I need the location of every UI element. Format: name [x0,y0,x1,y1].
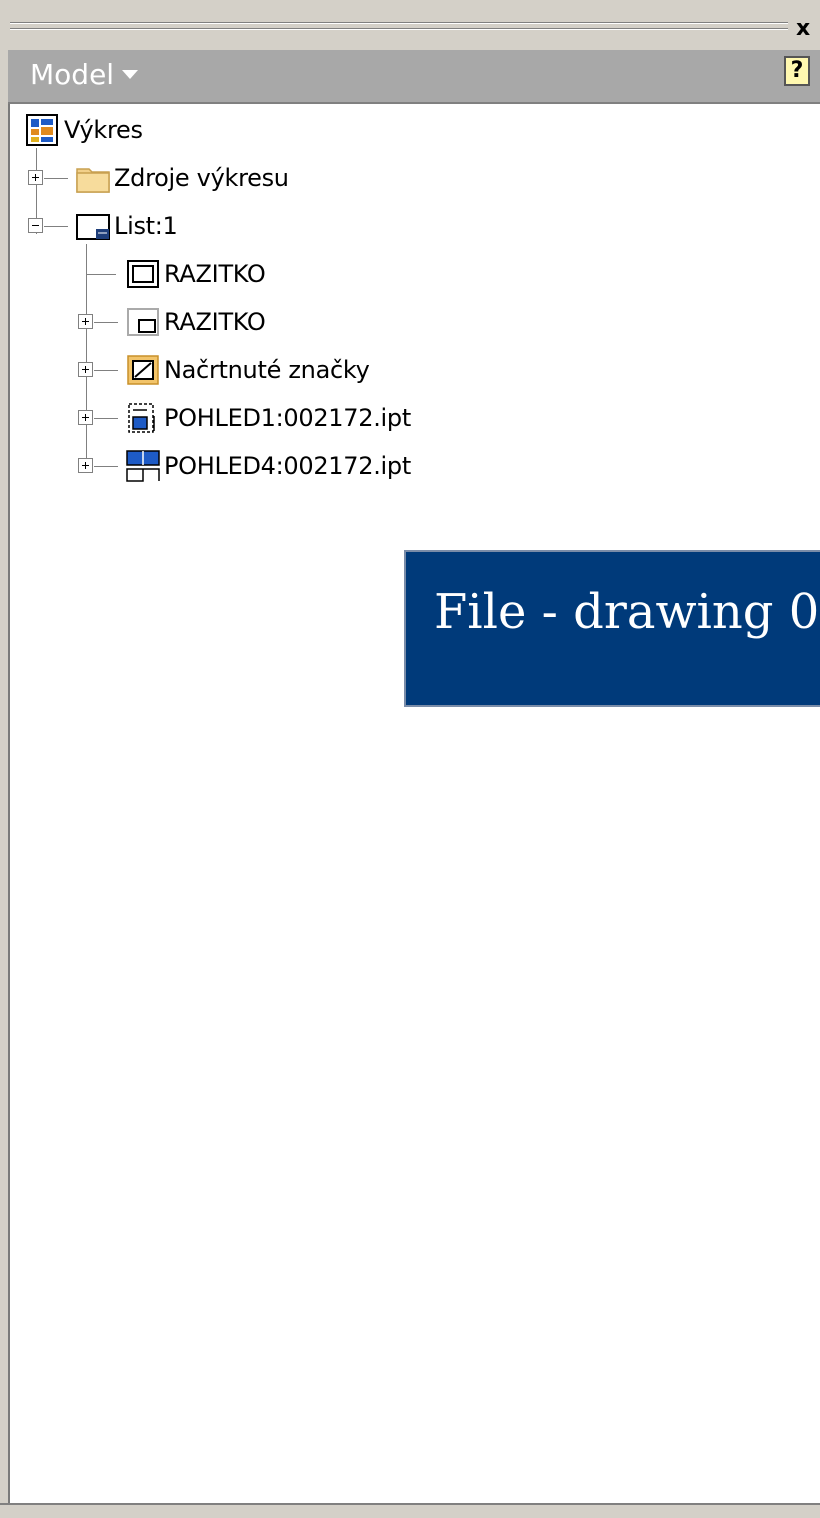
tree-label: Načrtnuté značky [164,356,370,384]
tree-line [94,370,118,371]
border-icon [124,257,162,291]
tree-item-vykres[interactable]: Výkres [24,110,143,150]
expand-pohled4-button[interactable] [78,458,93,473]
base-view-icon [124,401,162,435]
tree-item-pohled4[interactable]: POHLED4:002172.ipt [124,446,411,486]
tree-line [94,322,118,323]
tree-item-zdroje[interactable]: Zdroje výkresu [74,158,289,198]
tree-line [94,418,118,419]
model-label: Model [30,58,115,91]
file-tooltip: File - drawing 00 [404,550,820,707]
sketched-symbols-icon [124,353,162,387]
model-dropdown[interactable]: Model [30,58,139,91]
section-view-icon [124,449,162,483]
expand-razitko-button[interactable] [78,314,93,329]
tree-label: RAZITKO [164,308,266,336]
drag-grip[interactable] [10,22,788,36]
collapse-list-button[interactable] [28,218,43,233]
tree-item-list[interactable]: List:1 [74,206,178,246]
tree-item-pohled1[interactable]: POHLED1:002172.ipt [124,398,411,438]
tree-line [44,178,68,179]
close-button[interactable]: x [796,13,820,45]
tree-line [44,226,68,227]
expand-nacrtnute-button[interactable] [78,362,93,377]
panel-titlebar: x [0,0,820,50]
folder-icon [74,161,112,195]
tree-label: List:1 [114,212,178,240]
browser-header: Model ? [8,50,820,104]
tree-line [94,466,118,467]
tree-label: POHLED4:002172.ipt [164,452,411,480]
tree-label: RAZITKO [164,260,266,288]
tree-line [86,274,116,275]
tree-item-razitko-titleblock[interactable]: RAZITKO [124,302,266,342]
sheet-icon [74,209,112,243]
expand-pohled1-button[interactable] [78,410,93,425]
browser-tree-pane: Výkres Zdroje výkresu List:1 RAZITKO RAZ… [8,104,820,1504]
help-icon[interactable]: ? [784,56,810,86]
tree-label: Výkres [64,116,143,144]
tree-item-sketched-symbols[interactable]: Načrtnuté značky [124,350,370,390]
tree-line [86,244,87,466]
tooltip-text: File - drawing 00 [434,584,820,640]
tree-item-razitko-border[interactable]: RAZITKO [124,254,266,294]
title-block-icon [124,305,162,339]
expand-zdroje-button[interactable] [28,170,43,185]
chevron-down-icon [122,69,139,79]
drawing-icon [24,113,62,147]
tree-label: POHLED1:002172.ipt [164,404,411,432]
tree-label: Zdroje výkresu [114,164,289,192]
